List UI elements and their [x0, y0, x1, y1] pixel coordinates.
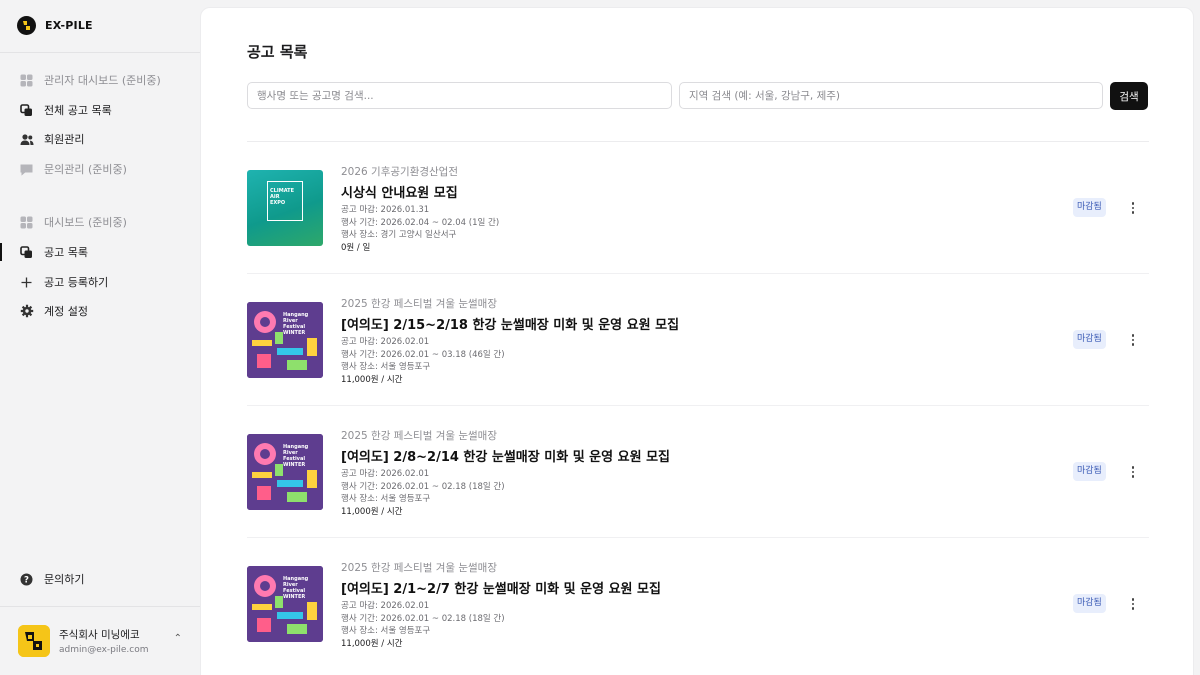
plus-icon	[19, 275, 34, 290]
job-period: 행사 기간: 2026.02.04 ~ 02.04 (1일 간)	[341, 217, 500, 228]
status-badge: 마감됨	[1073, 198, 1106, 217]
job-venue: 행사 장소: 서울 영등포구	[341, 362, 431, 372]
page-title: 공고 목록	[247, 43, 308, 61]
sidebar-item-dashboard[interactable]: 대시보드 (준비중)	[0, 209, 199, 235]
sidebar-item-inquiries-admin[interactable]: 문의관리 (준비중)	[0, 156, 199, 182]
status-badge: 마감됨	[1073, 594, 1106, 613]
job-title[interactable]: [여의도] 2/8~2/14 한강 눈썰매장 미화 및 운영 요원 모집	[341, 446, 981, 465]
job-venue: 행사 장소: 경기 고양시 일산서구	[341, 230, 457, 240]
brand-name: EX-PILE	[45, 19, 93, 32]
sidebar-item-label: 전체 공고 목록	[44, 104, 112, 117]
job-deadline: 공고 마감: 2026.01.31	[341, 205, 430, 215]
job-event-name: 2025 한강 페스티벌 겨울 눈썰매장	[341, 430, 497, 442]
sidebar-item-post-job[interactable]: 공고 등록하기	[0, 269, 199, 295]
sidebar-item-label: 관리자 대시보드 (준비중)	[44, 74, 161, 87]
region-search-input[interactable]	[679, 82, 1103, 109]
sidebar-item-label: 계정 설정	[44, 305, 88, 318]
job-event-name: 2025 한강 페스티벌 겨울 눈썰매장	[341, 298, 497, 310]
grid-icon	[19, 215, 34, 230]
more-options-icon[interactable]	[1127, 463, 1139, 481]
search-button[interactable]: 검색	[1110, 82, 1148, 110]
job-deadline: 공고 마감: 2026.02.01	[341, 337, 430, 347]
sidebar-divider	[0, 52, 200, 53]
copy-icon	[19, 103, 34, 118]
svg-text:WINTER: WINTER	[283, 462, 305, 468]
job-period: 행사 기간: 2026.02.01 ~ 02.18 (18일 간)	[341, 613, 505, 624]
job-title[interactable]: [여의도] 2/15~2/18 한강 눈썰매장 미화 및 운영 요원 모집	[341, 314, 981, 333]
more-options-icon[interactable]	[1127, 331, 1139, 349]
sidebar-item-label: 공고 등록하기	[44, 276, 109, 289]
sidebar-item-label: 회원관리	[44, 133, 85, 146]
job-period: 행사 기간: 2026.02.01 ~ 03.18 (46일 간)	[341, 349, 505, 360]
chat-icon	[19, 162, 34, 177]
svg-text:WINTER: WINTER	[283, 594, 305, 600]
job-pay: 11,000원 / 시간	[341, 374, 403, 385]
avatar	[18, 625, 50, 657]
brand[interactable]: EX-PILE	[17, 16, 93, 35]
job-pay: 11,000원 / 시간	[341, 506, 403, 517]
sidebar-item-label: 문의하기	[44, 573, 85, 586]
status-badge: 마감됨	[1073, 330, 1106, 349]
more-options-icon[interactable]	[1127, 199, 1139, 217]
account-name: 주식회사 미닝에코	[59, 629, 140, 641]
job-venue: 행사 장소: 서울 영등포구	[341, 494, 431, 504]
sidebar-item-label: 문의관리 (준비중)	[44, 163, 127, 176]
sidebar-item-all-jobs[interactable]: 전체 공고 목록	[0, 97, 199, 123]
chevron-up-icon: ⌃	[173, 633, 182, 644]
copy-icon	[19, 245, 34, 260]
sidebar-item-admin-dashboard[interactable]: 관리자 대시보드 (준비중)	[0, 67, 199, 93]
job-item[interactable]: Hangang River Festival WINTER 2025 한강 페스…	[247, 274, 1149, 406]
job-pay: 11,000원 / 시간	[341, 638, 403, 649]
sidebar: EX-PILE 관리자 대시보드 (준비중) 전체 공고 목록 회원관리 문의관…	[0, 0, 200, 675]
main-panel: 공고 목록 검색 CLIMATE AIR EXPO 2026 기후공기환경산업전…	[200, 7, 1194, 675]
gear-icon	[19, 304, 34, 319]
job-deadline: 공고 마감: 2026.02.01	[341, 469, 430, 479]
sidebar-item-help[interactable]: ? 문의하기	[0, 566, 199, 592]
job-title[interactable]: 시상식 안내요원 모집	[341, 182, 981, 201]
job-pay: 0원 / 일	[341, 242, 371, 253]
job-thumbnail: CLIMATE AIR EXPO	[247, 170, 323, 246]
job-item[interactable]: CLIMATE AIR EXPO 2026 기후공기환경산업전 시상식 안내요원…	[247, 142, 1149, 274]
job-event-name: 2025 한강 페스티벌 겨울 눈썰매장	[341, 562, 497, 574]
status-badge: 마감됨	[1073, 462, 1106, 481]
sidebar-divider	[0, 606, 200, 607]
job-thumbnail: Hangang River Festival WINTER	[247, 434, 323, 510]
sidebar-item-label: 공고 목록	[44, 246, 88, 259]
sidebar-item-members[interactable]: 회원관리	[0, 126, 199, 152]
account-switcher[interactable]: 주식회사 미닝에코 admin@ex-pile.com ⌃	[18, 624, 188, 658]
brand-logo-icon	[17, 16, 36, 35]
job-deadline: 공고 마감: 2026.02.01	[341, 601, 430, 611]
job-venue: 행사 장소: 서울 영등포구	[341, 626, 431, 636]
account-email: admin@ex-pile.com	[59, 645, 149, 655]
help-icon: ?	[19, 572, 34, 587]
job-title[interactable]: [여의도] 2/1~2/7 한강 눈썰매장 미화 및 운영 요원 모집	[341, 578, 981, 597]
svg-text:?: ?	[24, 575, 29, 585]
job-thumbnail: Hangang River Festival WINTER	[247, 566, 323, 642]
more-options-icon[interactable]	[1127, 595, 1139, 613]
thumb-text: EXPO	[270, 200, 286, 206]
job-item[interactable]: Hangang River Festival WINTER 2025 한강 페스…	[247, 406, 1149, 538]
job-period: 행사 기간: 2026.02.01 ~ 02.18 (18일 간)	[341, 481, 505, 492]
sidebar-item-account-settings[interactable]: 계정 설정	[0, 298, 199, 324]
svg-text:WINTER: WINTER	[283, 330, 305, 336]
users-icon	[19, 132, 34, 147]
job-event-name: 2026 기후공기환경산업전	[341, 166, 458, 178]
grid-icon	[19, 73, 34, 88]
keyword-search-input[interactable]	[247, 82, 672, 109]
sidebar-item-label: 대시보드 (준비중)	[44, 216, 127, 229]
job-item[interactable]: Hangang River Festival WINTER 2025 한강 페스…	[247, 538, 1149, 670]
sidebar-item-job-list[interactable]: 공고 목록	[0, 239, 199, 265]
job-thumbnail: Hangang River Festival WINTER	[247, 302, 323, 378]
